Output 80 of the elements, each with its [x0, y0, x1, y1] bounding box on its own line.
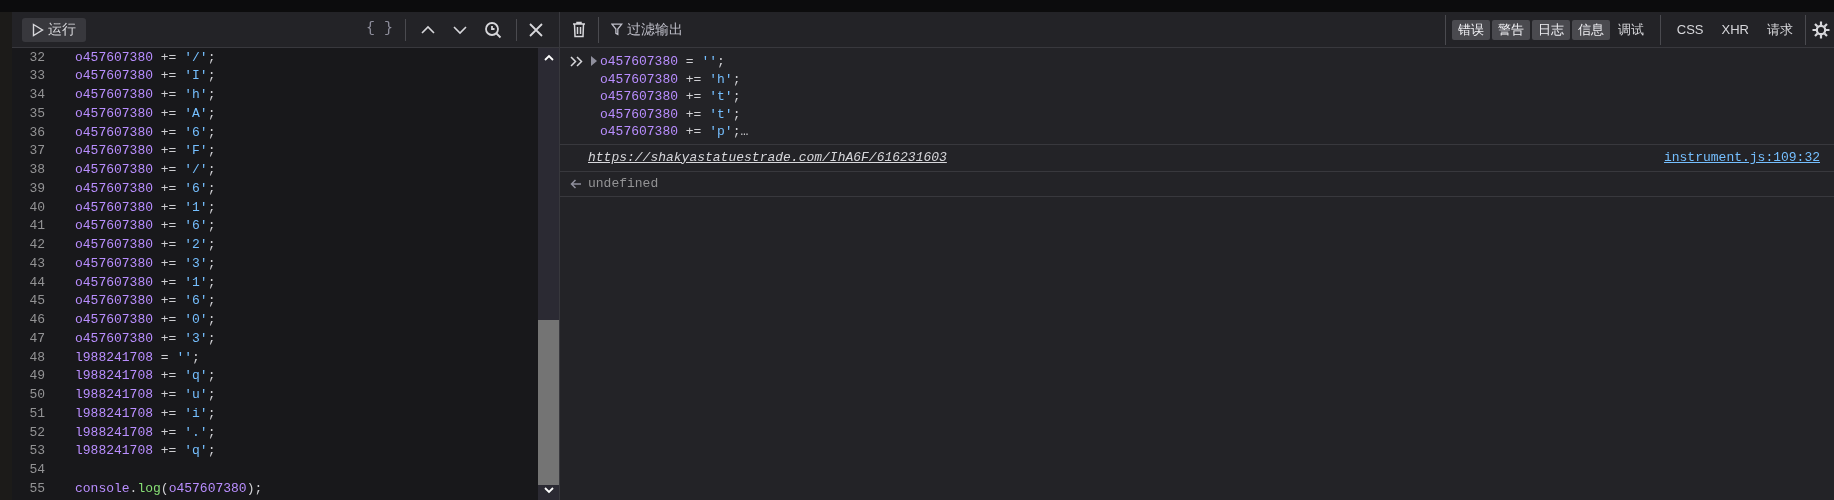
filter-field[interactable]: 过滤输出: [626, 19, 1211, 40]
code-line: o457607380 += 'p';…: [600, 123, 749, 140]
line-number: 37: [28, 142, 45, 161]
code-line: o457607380 += '6';: [75, 292, 216, 311]
line-number: 50: [28, 386, 45, 405]
code-line: o457607380 += '6';: [75, 217, 216, 236]
code-line: l988241708 = '';: [75, 348, 200, 367]
code-line: o457607380 += '/';: [75, 48, 216, 67]
code-line: o457607380 = '';: [600, 53, 726, 70]
filter-toggle[interactable]: 错误: [1451, 19, 1490, 40]
return-arrow-icon: [570, 178, 582, 189]
code-line: o457607380 += '6';: [75, 179, 216, 198]
line-number: 44: [28, 273, 45, 292]
line-number: 48: [28, 348, 45, 367]
play-icon: [32, 22, 44, 37]
code-line: o457607380 += 'h';: [600, 70, 742, 87]
run-button[interactable]: 运行: [22, 17, 86, 42]
code-line: l988241708 += 'u';: [75, 386, 216, 405]
code-line: o457607380 += '3';: [75, 254, 216, 273]
line-number: 39: [28, 179, 45, 198]
scroll-down-icon: [543, 487, 554, 494]
expand-triangle-icon[interactable]: [590, 55, 598, 67]
code-line: o457607380 += '3';: [75, 329, 216, 348]
filter-toggle[interactable]: 请求: [1761, 19, 1799, 40]
filter-toggle[interactable]: 信息: [1571, 19, 1610, 40]
code-line: o457607380 += 'I';: [75, 67, 216, 86]
code-line: l988241708 += 'q';: [75, 367, 216, 386]
funnel-icon: [611, 23, 623, 36]
line-number: 42: [28, 236, 45, 255]
filter-toggle[interactable]: 日志: [1531, 19, 1570, 40]
code-line: o457607380 += 'A';: [75, 104, 216, 123]
chevron-up-icon[interactable]: [420, 24, 436, 35]
chevron-down-icon[interactable]: [452, 24, 468, 35]
code-line: l988241708 += 'i';: [75, 404, 216, 423]
code-line: o457607380 += '2';: [75, 236, 216, 255]
code-line: o457607380 += '/';: [75, 161, 216, 180]
scrollbar[interactable]: [538, 48, 559, 500]
trash-icon[interactable]: [572, 21, 586, 38]
history-search-icon[interactable]: [484, 20, 502, 39]
close-icon[interactable]: [529, 22, 543, 37]
line-number: 45: [28, 292, 45, 311]
line-number: 36: [28, 123, 45, 142]
code-line: o457607380 += '1';: [75, 198, 216, 217]
line-number: 51: [28, 404, 45, 423]
line-number: 53: [28, 442, 45, 461]
filter-toggle[interactable]: 警告: [1491, 19, 1530, 40]
line-number: 46: [28, 311, 45, 330]
code-line: o457607380 += '0';: [75, 311, 216, 330]
line-number: 38: [28, 161, 45, 180]
code-line: l988241708 += '.';: [75, 423, 216, 442]
log-url[interactable]: https://shakyastatuestrade.com/IhA6F/616231603: [588, 147, 947, 168]
scroll-up-icon: [543, 54, 554, 61]
line-number: 33: [28, 67, 45, 86]
code-line: l988241708 += 'q';: [75, 442, 216, 461]
line-number: 49: [28, 367, 45, 386]
line-number: 43: [28, 254, 45, 273]
line-number: 55: [28, 479, 45, 498]
input-prompt-icon: [570, 56, 584, 67]
line-number: 47: [28, 329, 45, 348]
code-line: o457607380 += 'h';: [75, 86, 216, 105]
line-number: 40: [28, 198, 45, 217]
line-number: 54: [28, 461, 45, 480]
settings-icon[interactable]: [1812, 20, 1830, 39]
filter-toggle[interactable]: XHR: [1715, 19, 1755, 40]
filter-toggle[interactable]: CSS: [1670, 19, 1710, 40]
line-number: 35: [28, 104, 45, 123]
result-value: undefined: [588, 174, 659, 193]
filter-toggle[interactable]: 调试: [1611, 19, 1650, 40]
line-number: 52: [28, 423, 45, 442]
code-line: o457607380 += '1';: [75, 273, 216, 292]
code-line: o457607380 += '6';: [75, 123, 216, 142]
code-line: o457607380 += 't';: [600, 88, 742, 105]
pretty-print-button[interactable]: { }: [360, 18, 399, 41]
line-number: 32: [28, 48, 45, 67]
code-line: o457607380 += 't';: [600, 105, 742, 122]
code-line: o457607380 += 'F';: [75, 142, 216, 161]
line-number: 41: [28, 217, 45, 236]
code-line: console.log(o457607380);: [75, 479, 263, 498]
line-number: 34: [28, 86, 45, 105]
source-link[interactable]: instrument.js:109:32: [1663, 147, 1820, 168]
